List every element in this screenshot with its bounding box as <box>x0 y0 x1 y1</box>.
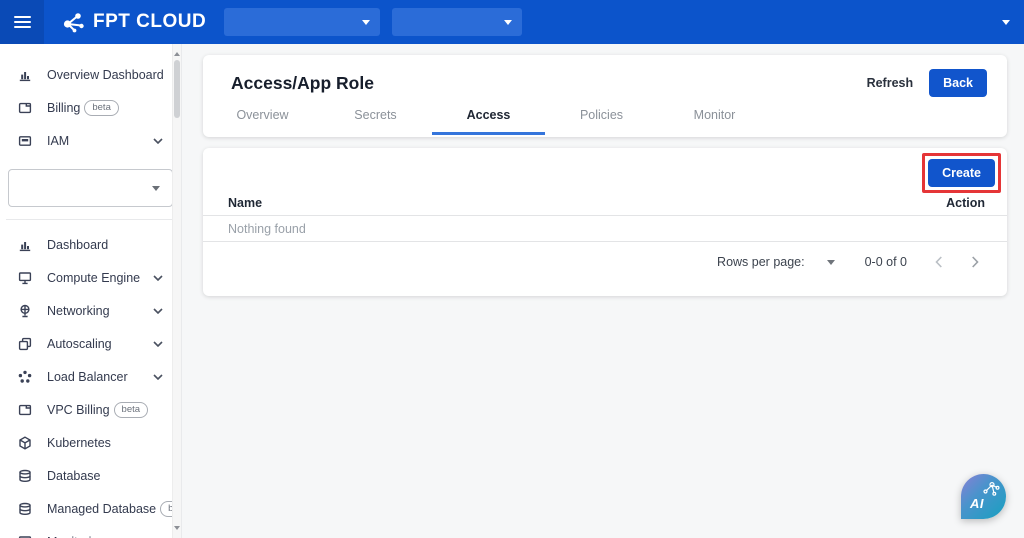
sidebar-item-networking[interactable]: Networking <box>0 294 181 327</box>
highlight-annotation: Create <box>922 153 1001 193</box>
sidebar-item-label: Compute Engine <box>47 271 140 285</box>
topbar: FPT CLOUD <box>0 0 1024 44</box>
back-button[interactable]: Back <box>929 69 987 97</box>
sidebar-item-database[interactable]: Database <box>0 459 181 492</box>
scroll-up-icon[interactable] <box>174 49 180 56</box>
sidebar-item-managed-database[interactable]: Managed Database beta <box>0 492 181 525</box>
ai-assistant-button[interactable]: AI <box>961 474 1006 519</box>
sidebar-item-label: Managed Database <box>47 502 156 516</box>
create-button[interactable]: Create <box>928 159 995 187</box>
chevron-left-icon <box>935 256 943 268</box>
beta-badge: beta <box>114 402 149 418</box>
sidebar-item-label: Autoscaling <box>47 337 112 351</box>
project-select[interactable] <box>224 8 380 36</box>
refresh-button[interactable]: Refresh <box>867 76 914 90</box>
sidebar-item-autoscaling[interactable]: Autoscaling <box>0 327 181 360</box>
sidebar-scrollbar[interactable] <box>172 44 181 538</box>
account-dropdown[interactable] <box>1002 16 1010 29</box>
sidebar-item-label: Networking <box>47 304 110 318</box>
ai-label: AI <box>970 496 984 511</box>
sidebar-item-vpc-billing[interactable]: VPC Billing beta <box>0 393 181 426</box>
sidebar-item-compute-engine[interactable]: Compute Engine <box>0 261 181 294</box>
caret-down-icon <box>152 186 160 195</box>
sidebar-item-kubernetes[interactable]: Kubernetes <box>0 426 181 459</box>
tab-policies[interactable]: Policies <box>545 108 658 135</box>
rows-per-page-select[interactable] <box>827 260 835 269</box>
sidebar-item-label: Database <box>47 469 101 483</box>
database-icon <box>17 468 33 484</box>
column-header-action: Action <box>946 196 985 210</box>
tab-overview[interactable]: Overview <box>206 108 319 135</box>
chevron-down-icon <box>153 308 163 314</box>
nodes-icon <box>17 369 33 385</box>
layers-icon <box>17 336 33 352</box>
sidebar-context-select[interactable] <box>8 169 173 207</box>
billing-folder-icon <box>17 402 33 418</box>
chevron-down-icon <box>153 374 163 380</box>
pagination: Rows per page: 0-0 of 0 <box>203 246 1007 278</box>
scroll-down-icon[interactable] <box>174 526 180 533</box>
caret-down-icon <box>1002 20 1010 29</box>
tab-bar: Overview Secrets Access Policies Monitor <box>203 108 1007 135</box>
sidebar-item-label: Dashboard <box>47 238 108 252</box>
chevron-right-icon <box>971 256 979 268</box>
main-content: Access/App Role Refresh Back Overview Se… <box>182 44 1024 538</box>
page-header-card: Access/App Role Refresh Back Overview Se… <box>203 55 1007 137</box>
tab-monitor[interactable]: Monitor <box>658 108 771 135</box>
sidebar-item-label: Kubernetes <box>47 436 111 450</box>
monitor-icon <box>17 270 33 286</box>
hamburger-menu-button[interactable] <box>0 0 44 44</box>
sidebar-item-monitoring[interactable]: Monitoring <box>0 525 181 538</box>
brand-logo: FPT CLOUD <box>60 11 206 33</box>
rows-per-page-label: Rows per page: <box>717 255 805 269</box>
id-card-icon <box>17 133 33 149</box>
sidebar-item-billing[interactable]: Billing beta <box>0 91 181 124</box>
column-header-name: Name <box>228 196 262 210</box>
bar-chart-icon <box>17 67 33 83</box>
monitor-icon <box>17 534 33 538</box>
beta-badge: beta <box>84 100 119 116</box>
sidebar-item-label: Monitoring <box>47 535 105 538</box>
sidebar-item-label: Overview Dashboard <box>47 68 164 82</box>
tab-secrets[interactable]: Secrets <box>319 108 432 135</box>
next-page-button[interactable] <box>971 256 979 268</box>
pagination-range: 0-0 of 0 <box>865 255 907 269</box>
billing-folder-icon <box>17 100 33 116</box>
sidebar-item-iam[interactable]: IAM <box>0 124 181 157</box>
caret-down-icon <box>504 20 512 29</box>
caret-down-icon <box>362 20 370 29</box>
scrollbar-thumb[interactable] <box>174 60 180 118</box>
chevron-down-icon <box>153 138 163 144</box>
brand-name: FPT CLOUD <box>93 11 206 33</box>
sidebar-item-label: VPC Billing <box>47 403 110 417</box>
empty-state-text: Nothing found <box>228 222 306 236</box>
cube-icon <box>17 435 33 451</box>
empty-state-row: Nothing found <box>203 216 1007 242</box>
sidebar: Overview Dashboard Billing beta IAM <box>0 44 182 538</box>
database-icon <box>17 501 33 517</box>
tab-access[interactable]: Access <box>432 108 545 135</box>
sidebar-item-overview-dashboard[interactable]: Overview Dashboard <box>0 58 181 91</box>
page-title: Access/App Role <box>231 73 374 94</box>
chevron-down-icon <box>153 275 163 281</box>
region-select[interactable] <box>392 8 522 36</box>
chevron-down-icon <box>153 341 163 347</box>
molecule-logo-icon <box>60 11 86 33</box>
sidebar-item-label: IAM <box>47 134 69 148</box>
previous-page-button[interactable] <box>935 256 943 268</box>
sidebar-item-label: Load Balancer <box>47 370 128 384</box>
sidebar-item-load-balancer[interactable]: Load Balancer <box>0 360 181 393</box>
table-header-row: Name Action <box>203 190 1007 216</box>
globe-network-icon <box>17 303 33 319</box>
sidebar-item-dashboard[interactable]: Dashboard <box>0 228 181 261</box>
sidebar-divider <box>6 219 175 220</box>
bar-chart-icon <box>17 237 33 253</box>
access-table-card: Create Name Action Nothing found Rows pe… <box>203 148 1007 296</box>
sidebar-item-label: Billing <box>47 101 80 115</box>
